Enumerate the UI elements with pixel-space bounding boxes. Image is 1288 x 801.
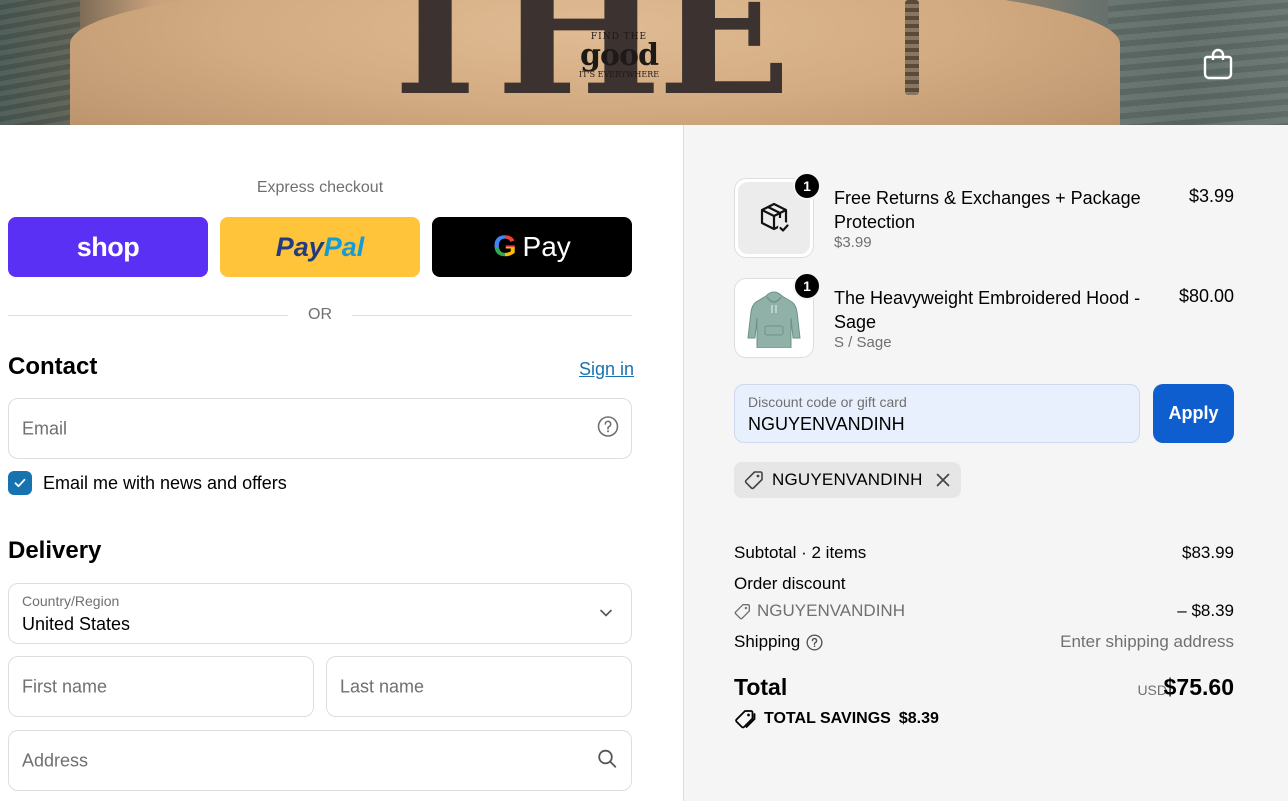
paypal-label-part2: Pal: [323, 231, 365, 262]
search-icon: [597, 748, 617, 773]
line-item-price: $3.99: [1188, 186, 1234, 206]
quantity-badge: 1: [793, 172, 821, 200]
shop-pay-button[interactable]: shop: [8, 217, 208, 277]
discount-code-input[interactable]: Discount code or gift card NGUYENVANDINH: [734, 384, 1140, 443]
order-discount-code: NGUYENVANDINH: [757, 601, 905, 620]
tag-icon: [744, 471, 763, 490]
total-savings-row: TOTAL SAVINGS $8.39: [734, 709, 939, 729]
email-placeholder: Email: [22, 418, 68, 438]
store-logo[interactable]: FIND THE good IT'S EVERYWHERE: [578, 32, 660, 92]
country-select[interactable]: Country/Region United States: [8, 583, 632, 644]
shopping-bag-icon: [1203, 48, 1233, 80]
discount-code-value: NGUYENVANDINH: [748, 414, 905, 434]
checkmark-icon: [14, 478, 26, 488]
country-label: Country/Region: [22, 593, 120, 609]
total-savings-value: $8.39: [898, 710, 939, 727]
subtotal-value: $83.99: [1182, 543, 1234, 562]
discount-code-label: Discount code or gift card: [748, 394, 907, 410]
paypal-label-part1: Pay: [275, 231, 324, 262]
subtotal-row: Subtotal · 2 items $83.99: [734, 543, 1234, 563]
email-field[interactable]: Email: [8, 398, 632, 459]
google-pay-button[interactable]: G Pay: [432, 217, 632, 277]
line-item: 1 The Heavyweight Embroidered Hood - Sag…: [734, 272, 1234, 358]
newsletter-checkbox-row[interactable]: Email me with news and offers: [8, 471, 287, 495]
help-icon[interactable]: [597, 415, 619, 442]
logo-tagline-text: IT'S EVERYWHERE: [578, 70, 660, 79]
address-placeholder: Address: [22, 750, 89, 770]
close-icon: [936, 473, 949, 487]
header-banner: THE FIND THE good IT'S EVERYWHERE: [0, 0, 1288, 125]
total-label: Total: [734, 674, 788, 700]
checkout-form-column: Express checkout shop Pay Pal G Pay OR Co…: [0, 125, 683, 801]
line-item: 1 Free Returns & Exchanges + Package Pro…: [734, 172, 1234, 258]
or-divider: OR: [8, 303, 632, 327]
order-summary-column: 1 Free Returns & Exchanges + Package Pro…: [683, 125, 1288, 801]
total-currency: USD: [1137, 682, 1167, 698]
cart-button[interactable]: [1202, 46, 1234, 80]
banner-background-left: [0, 0, 80, 125]
address-field[interactable]: Address: [8, 730, 632, 791]
line-item-price: $80.00: [1178, 286, 1234, 306]
shipping-label: Shipping: [734, 632, 801, 651]
logo-main-text: good: [580, 38, 659, 73]
divider-line: [8, 314, 288, 316]
hoodie-image: [747, 291, 801, 348]
divider-line: [352, 314, 632, 316]
shipping-value: Enter shipping address: [1060, 632, 1234, 651]
contact-heading: Contact: [8, 353, 98, 380]
paypal-button[interactable]: Pay Pal: [220, 217, 420, 277]
sign-in-link[interactable]: Sign in: [579, 359, 634, 380]
line-item-name: Free Returns & Exchanges + Package Prote…: [834, 188, 1141, 232]
tag-icon: [734, 603, 750, 619]
first-name-field[interactable]: First name: [8, 656, 314, 717]
remove-discount-button[interactable]: [935, 472, 951, 488]
shipping-row: Shipping Enter shipping address: [734, 632, 1234, 652]
subtotal-label: Subtotal · 2 items: [734, 543, 867, 562]
google-pay-label: Pay: [522, 231, 571, 262]
quantity-badge: 1: [793, 272, 821, 300]
delivery-heading: Delivery: [8, 537, 102, 564]
or-label: OR: [308, 306, 332, 323]
line-item-subtitle: S / Sage: [834, 334, 892, 351]
order-discount-label: Order discount: [734, 574, 846, 593]
banner-strap-image: [905, 0, 919, 95]
shop-pay-label: shop: [76, 231, 140, 262]
google-g-icon: G: [493, 230, 517, 263]
order-discount-code-row: NGUYENVANDINH – $8.39: [734, 601, 1234, 621]
first-name-placeholder: First name: [22, 676, 108, 696]
line-item-name: The Heavyweight Embroidered Hood - Sage: [834, 288, 1141, 332]
country-value: United States: [22, 614, 131, 634]
last-name-placeholder: Last name: [340, 676, 425, 696]
help-icon[interactable]: [806, 633, 823, 651]
apply-discount-button[interactable]: Apply: [1153, 384, 1234, 443]
order-discount-value: – $8.39: [1177, 601, 1234, 620]
package-check-icon: [760, 202, 790, 234]
total-savings-label: TOTAL SAVINGS: [764, 710, 891, 727]
total-value: $75.60: [1163, 674, 1234, 700]
line-item-subtitle: $3.99: [834, 234, 872, 251]
order-discount-row: Order discount: [734, 574, 1234, 594]
total-row: Total USD $75.60: [734, 674, 1234, 701]
applied-discount-code: NGUYENVANDINH: [772, 470, 923, 489]
last-name-field[interactable]: Last name: [326, 656, 632, 717]
express-checkout-label: Express checkout: [256, 179, 384, 196]
banner-background-right: [1108, 0, 1288, 125]
applied-discount-chip: NGUYENVANDINH: [734, 462, 961, 498]
tags-icon: [735, 710, 756, 729]
newsletter-label: Email me with news and offers: [43, 472, 287, 493]
newsletter-checkbox[interactable]: [8, 471, 32, 495]
chevron-down-icon: [599, 605, 613, 623]
